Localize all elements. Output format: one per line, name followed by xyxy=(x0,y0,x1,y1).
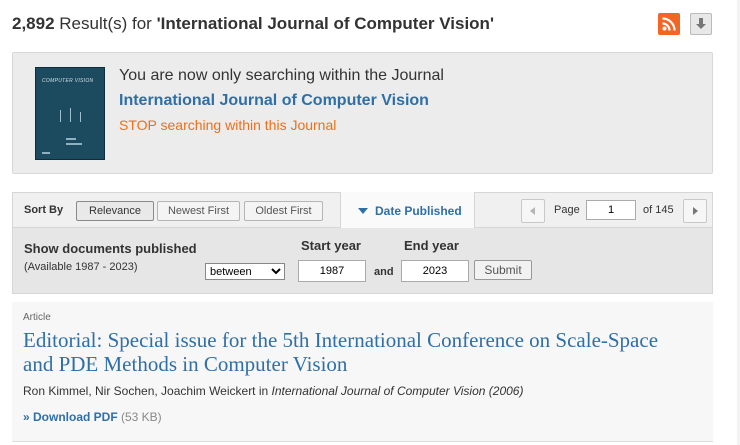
date-filter-bar: Show documents published (Available 1987… xyxy=(12,228,713,294)
available-range: (Available 1987 - 2023) xyxy=(24,261,138,273)
rss-icon xyxy=(662,17,676,31)
stop-searching-link[interactable]: STOP searching within this Journal xyxy=(119,117,336,133)
journal-cover-image[interactable]: COMPUTER VISION xyxy=(35,67,105,160)
page-number-input[interactable] xyxy=(586,200,636,220)
rss-button[interactable] xyxy=(658,13,680,35)
and-label: and xyxy=(374,266,394,278)
date-published-label: Date Published xyxy=(375,204,462,218)
sort-relevance-button[interactable]: Relevance xyxy=(76,201,154,221)
download-arrow-icon xyxy=(696,18,706,29)
sort-oldest-button[interactable]: Oldest First xyxy=(244,201,323,221)
pdf-size: (53 KB) xyxy=(121,410,162,424)
sort-bar: Sort By Relevance Newest First Oldest Fi… xyxy=(12,192,713,229)
author-list: Ron Kimmel, Nir Sochen, Joachim Weickert… xyxy=(23,384,272,398)
sort-date-published-tab[interactable]: Date Published xyxy=(340,192,475,229)
article-authors: Ron Kimmel, Nir Sochen, Joachim Weickert… xyxy=(23,384,523,398)
search-query: 'International Journal of Computer Visio… xyxy=(156,14,494,33)
cover-title: COMPUTER VISION xyxy=(42,78,94,84)
sort-by-label: Sort By xyxy=(24,204,64,216)
page-label: Page xyxy=(554,204,580,216)
list-item: Article Editorial: Special issue for the… xyxy=(12,302,713,442)
caret-down-icon xyxy=(358,208,368,214)
prev-page-button[interactable] xyxy=(521,199,545,223)
results-header: 2,892 Result(s) for 'International Journ… xyxy=(12,14,494,34)
result-count: 2,892 xyxy=(12,14,55,33)
results-label: Result(s) for xyxy=(54,14,157,33)
download-button[interactable] xyxy=(690,13,712,35)
download-pdf-link[interactable]: » Download PDF xyxy=(23,410,118,424)
article-type: Article xyxy=(23,312,51,323)
next-page-button[interactable] xyxy=(683,199,707,223)
search-within-notice: You are now only searching within the Jo… xyxy=(119,67,444,84)
article-journal: International Journal of Computer Vision… xyxy=(271,384,524,398)
journal-link[interactable]: International Journal of Computer Vision xyxy=(119,92,429,110)
show-documents-label: Show documents published xyxy=(24,241,197,256)
journal-search-box: COMPUTER VISION You are now only searchi… xyxy=(12,52,713,174)
start-year-input[interactable] xyxy=(298,260,366,282)
sort-newest-button[interactable]: Newest First xyxy=(157,201,240,221)
article-title-link[interactable]: Editorial: Special issue for the 5th Int… xyxy=(23,328,693,376)
end-year-label: End year xyxy=(404,238,459,253)
end-year-input[interactable] xyxy=(401,260,469,282)
submit-button[interactable]: Submit xyxy=(474,260,532,280)
total-pages: of 145 xyxy=(643,204,674,216)
start-year-label: Start year xyxy=(301,238,361,253)
date-mode-select[interactable]: between xyxy=(205,263,285,280)
